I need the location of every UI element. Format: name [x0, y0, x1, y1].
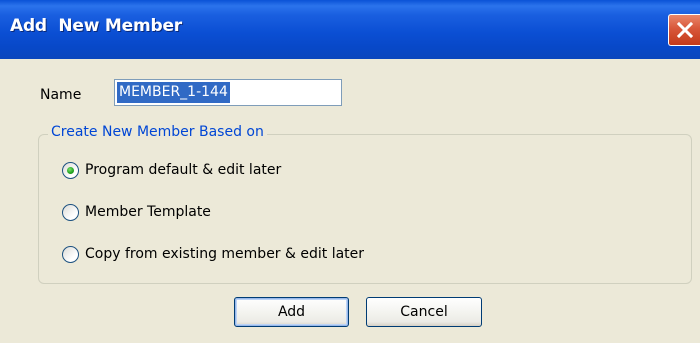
radio-label: Member Template: [85, 204, 211, 220]
radio-button-icon[interactable]: [62, 203, 79, 221]
cancel-button[interactable]: Cancel: [366, 297, 482, 327]
radio-label: Copy from existing member & edit later: [85, 246, 365, 262]
dialog-title: Add New Member: [10, 16, 182, 36]
name-label: Name: [40, 87, 82, 103]
radio-program-default[interactable]: Program default & edit later: [62, 160, 281, 180]
add-button[interactable]: Add: [234, 297, 349, 327]
radio-member-template[interactable]: Member Template: [62, 202, 211, 222]
title-bar[interactable]: Add New Member: [0, 0, 700, 59]
radio-button-icon[interactable]: [62, 161, 79, 179]
name-input[interactable]: MEMBER_1-144: [114, 79, 342, 106]
radio-button-icon[interactable]: [62, 245, 79, 263]
radio-copy-existing[interactable]: Copy from existing member & edit later: [62, 244, 364, 264]
add-member-dialog: Add New Member Name MEMBER_1-144 Create …: [0, 0, 700, 343]
close-icon: [676, 21, 694, 39]
name-input-value: MEMBER_1-144: [117, 82, 230, 103]
groupbox-legend: Create New Member Based on: [48, 124, 267, 140]
radio-selected-dot: [67, 166, 74, 174]
radio-label: Program default & edit later: [85, 162, 282, 178]
close-button[interactable]: [668, 14, 700, 46]
